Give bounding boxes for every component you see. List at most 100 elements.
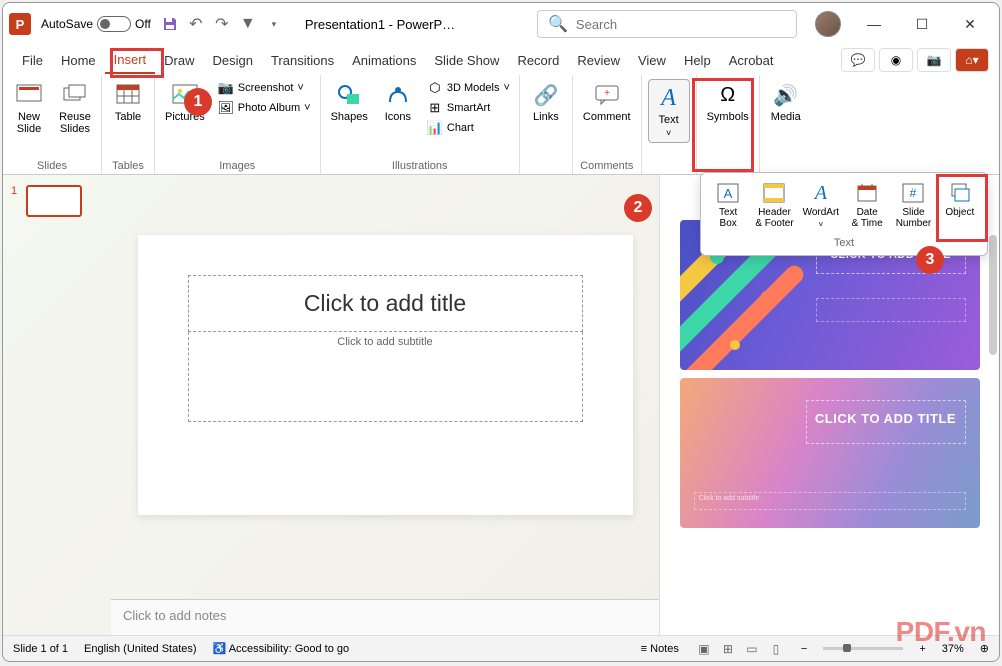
icons-button[interactable]: Icons	[378, 79, 418, 125]
smartart-icon: ⊞	[427, 100, 443, 116]
shapes-button[interactable]: Shapes	[327, 79, 372, 125]
sorter-view-icon[interactable]: ⊞	[719, 642, 737, 656]
slide-number-button[interactable]: # Slide Number	[890, 179, 936, 231]
header-footer-icon	[762, 181, 786, 205]
toggle-switch-icon[interactable]	[97, 16, 131, 32]
slide-info: Slide 1 of 1	[13, 643, 68, 655]
text-icon: A	[655, 84, 683, 112]
statusbar: Slide 1 of 1 English (United States) ♿ A…	[3, 635, 999, 661]
slide-canvas[interactable]: Click to add title Click to add subtitle	[138, 235, 633, 515]
ribbon-group-symbols: Ω Symbols	[697, 75, 760, 174]
links-button[interactable]: 🔗 Links	[526, 79, 566, 125]
date-time-button[interactable]: Date & Time	[844, 179, 890, 231]
tab-slideshow[interactable]: Slide Show	[425, 48, 508, 73]
new-slide-button[interactable]: New Slide	[9, 79, 49, 137]
tab-review[interactable]: Review	[568, 48, 629, 73]
titlebar: P AutoSave Off ↶ ↷ ▼ ▾ Presentation1 - P…	[3, 3, 999, 45]
tab-record[interactable]: Record	[508, 48, 568, 73]
annotation-marker-2: 2	[624, 194, 652, 222]
slideshow-view-icon[interactable]: ▯	[767, 642, 785, 656]
normal-view-icon[interactable]: ▣	[695, 642, 713, 656]
symbols-button[interactable]: Ω Symbols	[703, 79, 753, 125]
accessibility-status[interactable]: ♿ Accessibility: Good to go	[213, 642, 350, 655]
minimize-button[interactable]: —	[859, 9, 889, 39]
tab-transitions[interactable]: Transitions	[262, 48, 343, 73]
3d-models-button[interactable]: ⬡3D Models ˅	[424, 79, 513, 97]
media-button[interactable]: 🔊 Media	[766, 79, 806, 125]
reading-view-icon[interactable]: ▭	[743, 642, 761, 656]
close-button[interactable]: ✕	[955, 9, 985, 39]
title-placeholder[interactable]: Click to add title	[188, 275, 583, 332]
tab-design[interactable]: Design	[204, 48, 262, 73]
comments-button[interactable]: 💬	[841, 48, 875, 72]
notes-bar[interactable]: Click to add notes	[111, 599, 659, 635]
thumbnail-panel: 1	[3, 175, 111, 635]
tab-home[interactable]: Home	[52, 48, 105, 73]
undo-icon[interactable]: ↶	[187, 15, 205, 33]
shapes-icon	[335, 81, 363, 109]
ribbon: New Slide Reuse Slides Slides Table Tabl…	[3, 75, 999, 175]
design-suggestion-2[interactable]: CLICK TO ADD TITLE Click to add subtitle	[680, 378, 980, 528]
autosave-toggle[interactable]: AutoSave Off	[41, 16, 151, 32]
link-icon: 🔗	[532, 81, 560, 109]
comment-button[interactable]: + Comment	[579, 79, 635, 125]
autosave-label: AutoSave	[41, 17, 93, 31]
language-status[interactable]: English (United States)	[84, 643, 197, 655]
header-footer-button[interactable]: Header & Footer	[751, 179, 797, 231]
ribbon-group-text: A Text ˅	[642, 75, 697, 174]
photo-album-button[interactable]: 🖼Photo Album ˅	[215, 99, 314, 117]
design-thumb-subtitle: Click to add subtitle	[694, 492, 966, 510]
app-icon: P	[9, 13, 31, 35]
save-icon[interactable]	[161, 15, 179, 33]
table-button[interactable]: Table	[108, 79, 148, 125]
subtitle-placeholder[interactable]: Click to add subtitle	[188, 332, 583, 422]
speaker-icon: 🔊	[772, 81, 800, 109]
app-window: P AutoSave Off ↶ ↷ ▼ ▾ Presentation1 - P…	[2, 2, 1000, 662]
tab-help[interactable]: Help	[675, 48, 720, 73]
chart-button[interactable]: 📊Chart	[424, 119, 513, 137]
video-button[interactable]: 📷	[917, 48, 951, 72]
wordart-button[interactable]: A WordArt ˅	[798, 179, 844, 231]
tab-draw[interactable]: Draw	[155, 48, 203, 73]
annotation-marker-1: 1	[184, 88, 212, 116]
autosave-state: Off	[135, 17, 151, 31]
present-icon[interactable]: ▼	[239, 15, 257, 33]
slide-thumbnail[interactable]	[26, 185, 82, 217]
smartart-button[interactable]: ⊞SmartArt	[424, 99, 513, 117]
new-slide-icon	[15, 81, 43, 109]
redo-icon[interactable]: ↷	[213, 15, 231, 33]
object-button[interactable]: Object	[937, 179, 983, 231]
wordart-icon: A	[809, 181, 833, 205]
search-input[interactable]	[576, 17, 786, 32]
calendar-icon	[855, 181, 879, 205]
chevron-down-icon: ˅	[666, 128, 671, 138]
svg-text:#: #	[910, 186, 917, 200]
icons-icon	[384, 81, 412, 109]
zoom-out-icon[interactable]: −	[801, 643, 807, 655]
zoom-slider[interactable]	[823, 647, 903, 650]
reuse-slides-icon	[61, 81, 89, 109]
reuse-slides-button[interactable]: Reuse Slides	[55, 79, 95, 137]
ribbon-group-slides: New Slide Reuse Slides Slides	[3, 75, 102, 174]
search-box[interactable]: 🔍	[537, 10, 797, 38]
flyout-group-label: Text	[701, 231, 987, 255]
tab-view[interactable]: View	[629, 48, 675, 73]
camera-button[interactable]: ◉	[879, 48, 913, 72]
share-button[interactable]: ⌂▾	[955, 48, 989, 72]
ribbon-tabs: File Home Insert Draw Design Transitions…	[3, 45, 999, 75]
screenshot-button[interactable]: 📷Screenshot ˅	[215, 79, 314, 97]
annotation-marker-3: 3	[916, 246, 944, 274]
text-box-button[interactable]: A Text Box	[705, 179, 751, 231]
screenshot-icon: 📷	[218, 80, 234, 96]
text-dropdown-button[interactable]: A Text ˅	[648, 79, 690, 143]
notes-button[interactable]: ≡ Notes	[641, 643, 679, 655]
tab-animations[interactable]: Animations	[343, 48, 425, 73]
tab-acrobat[interactable]: Acrobat	[720, 48, 783, 73]
designer-scrollbar[interactable]	[989, 235, 997, 355]
tab-file[interactable]: File	[13, 48, 52, 73]
maximize-button[interactable]: ☐	[907, 9, 937, 39]
ribbon-group-tables: Table Tables	[102, 75, 155, 174]
tab-insert[interactable]: Insert	[105, 47, 156, 74]
avatar[interactable]	[815, 11, 841, 37]
qat-more-icon[interactable]: ▾	[265, 15, 283, 33]
